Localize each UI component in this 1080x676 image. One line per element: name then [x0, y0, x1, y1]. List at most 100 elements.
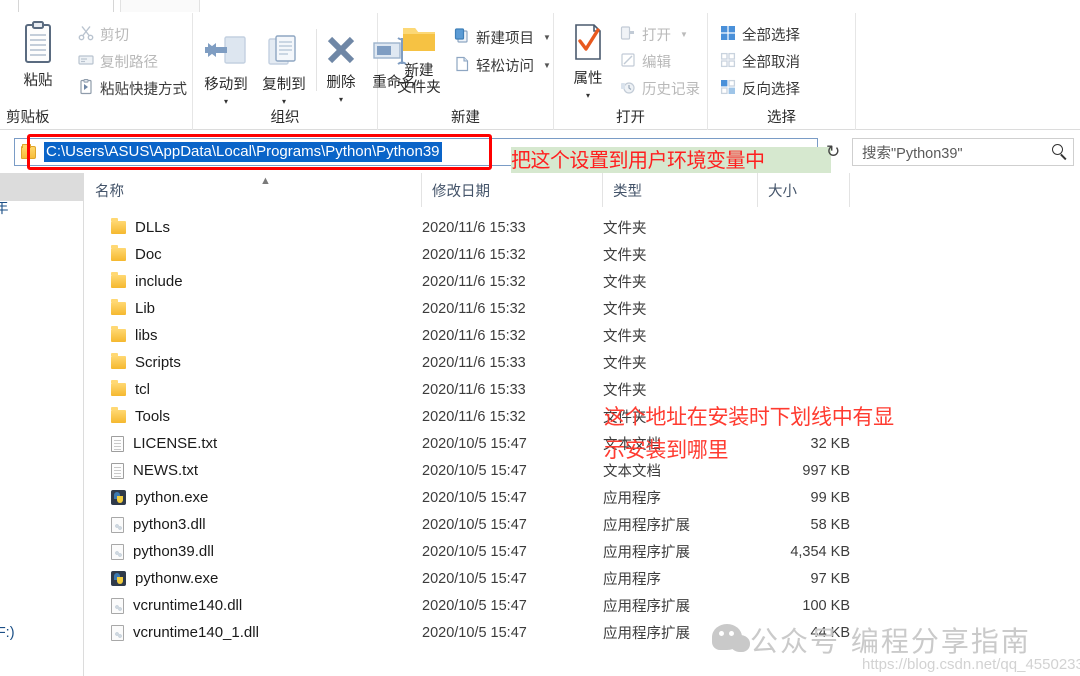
table-row[interactable]: python3.dll 2020/10/5 15:47 应用程序扩展 58 KB [85, 511, 1080, 538]
table-row[interactable]: Scripts 2020/11/6 15:33 文件夹 [85, 349, 1080, 376]
table-row[interactable]: Lib 2020/11/6 15:32 文件夹 [85, 295, 1080, 322]
file-size-cell: 58 KB [810, 516, 851, 533]
organize-group-label: 组织 [270, 110, 300, 126]
file-date-cell: 2020/10/5 15:47 [422, 489, 527, 506]
file-name-cell[interactable]: libs [111, 326, 158, 344]
clipboard-group-label: 剪贴板 [6, 110, 50, 126]
tab-strip [0, 0, 1080, 13]
file-name-cell[interactable]: Doc [111, 245, 162, 263]
chevron-down-icon[interactable]: ▾ [586, 87, 590, 104]
file-name-cell[interactable]: vcruntime140.dll [111, 597, 242, 614]
file-name-cell[interactable]: LICENSE.txt [111, 435, 217, 452]
folder-icon [111, 326, 126, 342]
table-row[interactable]: python.exe 2020/10/5 15:47 应用程序 99 KB [85, 484, 1080, 511]
dll-icon [111, 597, 124, 614]
file-type-cell: 文件夹 [603, 275, 647, 291]
move-to-icon [197, 35, 247, 74]
table-row[interactable]: python39.dll 2020/10/5 15:47 应用程序扩展 4,354 K… [85, 538, 1080, 565]
ribbon-group-organize: 移动到 ▾ 复制到 ▾ 删除 ▾ 重命名 组织 [193, 13, 416, 130]
chevron-down-icon[interactable]: ▼ [543, 33, 551, 42]
text-document-icon [111, 462, 124, 479]
file-name-cell[interactable]: python3.dll [111, 516, 206, 533]
invert-selection-button[interactable]: 反向选择 [720, 78, 800, 99]
nav-selected-row[interactable] [0, 173, 83, 201]
file-size-cell: 100 KB [802, 597, 850, 614]
address-bar-row: C:\Users\ASUS\AppData\Local\Programs\Pyt… [0, 131, 1080, 173]
select-group-label: 选择 [767, 110, 796, 126]
copy-path-button[interactable]: 复制路径 [78, 51, 158, 72]
file-date-cell: 2020/10/5 15:47 [422, 462, 527, 479]
new-item-label: 新建项目 [476, 31, 534, 47]
nav-item-drive-f[interactable]: (F:) [0, 625, 15, 641]
search-icon[interactable] [1052, 144, 1063, 155]
file-name-cell[interactable]: pythonw.exe [111, 570, 218, 587]
cut-label: 剪切 [100, 28, 129, 44]
column-header-name[interactable]: 名称 [85, 173, 422, 207]
file-name-cell[interactable]: Scripts [111, 353, 181, 371]
column-header-date[interactable]: 修改日期 [422, 173, 603, 207]
column-header-type[interactable]: 类型 [603, 173, 758, 207]
file-name-cell[interactable]: Lib [111, 299, 155, 317]
divider [316, 29, 317, 91]
address-path-text[interactable]: C:\Users\ASUS\AppData\Local\Programs\Pyt… [44, 142, 442, 162]
address-annotation-text: 把这个设置到用户环境变量中 [511, 148, 765, 172]
table-row[interactable]: vcruntime140.dll 2020/10/5 15:47 应用程序扩展 100… [85, 592, 1080, 619]
nav-item-fragment[interactable]: 年 [0, 197, 9, 218]
tab-active[interactable] [18, 0, 114, 12]
easy-access-label: 轻松访问 [476, 59, 534, 75]
refresh-icon[interactable]: ↻ [826, 143, 840, 160]
new-folder-button[interactable]: 新建 文件夹 [390, 23, 448, 97]
new-folder-icon [399, 23, 439, 60]
edit-button[interactable]: 编辑 [620, 51, 671, 72]
file-date-cell: 2020/10/5 15:47 [422, 516, 527, 533]
new-item-button[interactable]: 新建项目 ▼ [454, 27, 551, 48]
navigation-pane[interactable]: 年 (F:) [0, 173, 84, 676]
file-name-cell[interactable]: Tools [111, 407, 170, 425]
file-name-label: python39.dll [133, 543, 214, 560]
column-header-size[interactable]: 大小 [758, 173, 850, 207]
file-name-cell[interactable]: DLLs [111, 218, 170, 236]
tab-secondary[interactable] [120, 0, 200, 12]
table-row[interactable]: DLLs 2020/11/6 15:33 文件夹 [85, 214, 1080, 241]
history-icon [620, 79, 636, 99]
list-annotation: 这个地址在安装时下划线中有显 示安装到哪里 [604, 401, 1080, 467]
chevron-down-icon[interactable]: ▼ [680, 30, 688, 39]
properties-button[interactable]: 属性 ▾ [562, 23, 614, 104]
chevron-down-icon[interactable]: ▼ [543, 61, 551, 70]
copy-to-label: 复制到 [262, 77, 306, 93]
file-type-cell: 文件夹 [603, 221, 647, 237]
history-button[interactable]: 历史记录 [620, 78, 700, 99]
file-name-cell[interactable]: python.exe [111, 489, 208, 506]
delete-button[interactable]: 删除 ▾ [319, 35, 363, 108]
file-name-cell[interactable]: include [111, 272, 183, 290]
open-button[interactable]: 打开 ▼ [620, 24, 688, 45]
file-name-label: LICENSE.txt [133, 435, 218, 452]
table-row[interactable]: vcruntime140_1.dll 2020/10/5 15:47 应用程序扩展 4… [85, 619, 1080, 646]
table-row[interactable]: Doc 2020/11/6 15:32 文件夹 [85, 241, 1080, 268]
easy-access-button[interactable]: 轻松访问 ▼ [454, 55, 551, 76]
select-none-button[interactable]: 全部取消 [720, 51, 800, 72]
file-name-cell[interactable]: tcl [111, 380, 150, 398]
search-box[interactable]: 搜索"Python39" [852, 138, 1074, 166]
paste-button[interactable]: 粘贴 [8, 21, 68, 90]
file-date-cell: 2020/10/5 15:47 [422, 597, 527, 614]
copy-to-button[interactable]: 复制到 ▾ [255, 35, 313, 110]
table-row[interactable]: libs 2020/11/6 15:32 文件夹 [85, 322, 1080, 349]
address-bar[interactable]: C:\Users\ASUS\AppData\Local\Programs\Pyt… [14, 138, 831, 173]
file-date-cell: 2020/11/6 15:32 [422, 246, 526, 263]
file-name-cell[interactable]: vcruntime140_1.dll [111, 624, 259, 641]
move-to-button[interactable]: 移动到 ▾ [197, 35, 255, 110]
file-name-cell[interactable]: python39.dll [111, 543, 214, 560]
table-row[interactable]: tcl 2020/11/6 15:33 文件夹 [85, 376, 1080, 403]
folder-icon [21, 143, 36, 159]
search-input[interactable]: 搜索"Python39" [862, 142, 963, 163]
file-name-cell[interactable]: NEWS.txt [111, 462, 198, 479]
properties-label: 属性 [573, 71, 603, 87]
paste-shortcut-button[interactable]: 粘贴快捷方式 [78, 78, 187, 99]
folder-icon [111, 299, 126, 315]
select-all-button[interactable]: 全部选择 [720, 24, 800, 45]
table-row[interactable]: include 2020/11/6 15:32 文件夹 [85, 268, 1080, 295]
ribbon-group-clipboard: 粘贴 剪切 复制路径 粘贴快捷方式 剪贴板 [0, 13, 193, 130]
table-row[interactable]: pythonw.exe 2020/10/5 15:47 应用程序 97 KB [85, 565, 1080, 592]
cut-button[interactable]: 剪切 [78, 24, 129, 45]
